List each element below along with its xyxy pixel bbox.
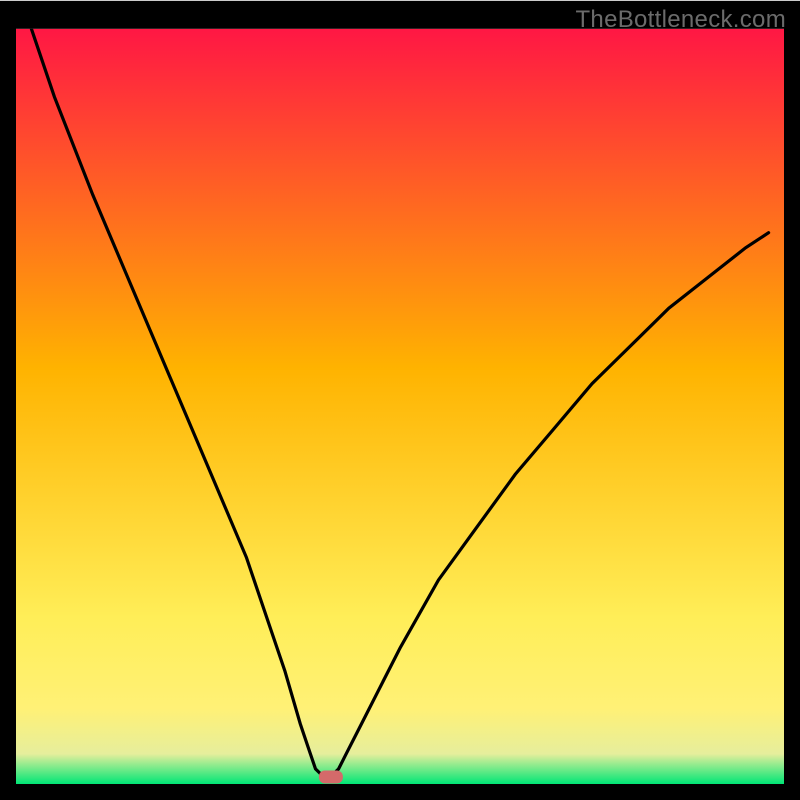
- chart-background: [16, 29, 784, 784]
- optimal-marker: [319, 770, 343, 783]
- watermark-text: TheBottleneck.com: [575, 6, 786, 34]
- chart-container: TheBottleneck.com: [0, 0, 800, 800]
- bottleneck-chart: [0, 0, 800, 800]
